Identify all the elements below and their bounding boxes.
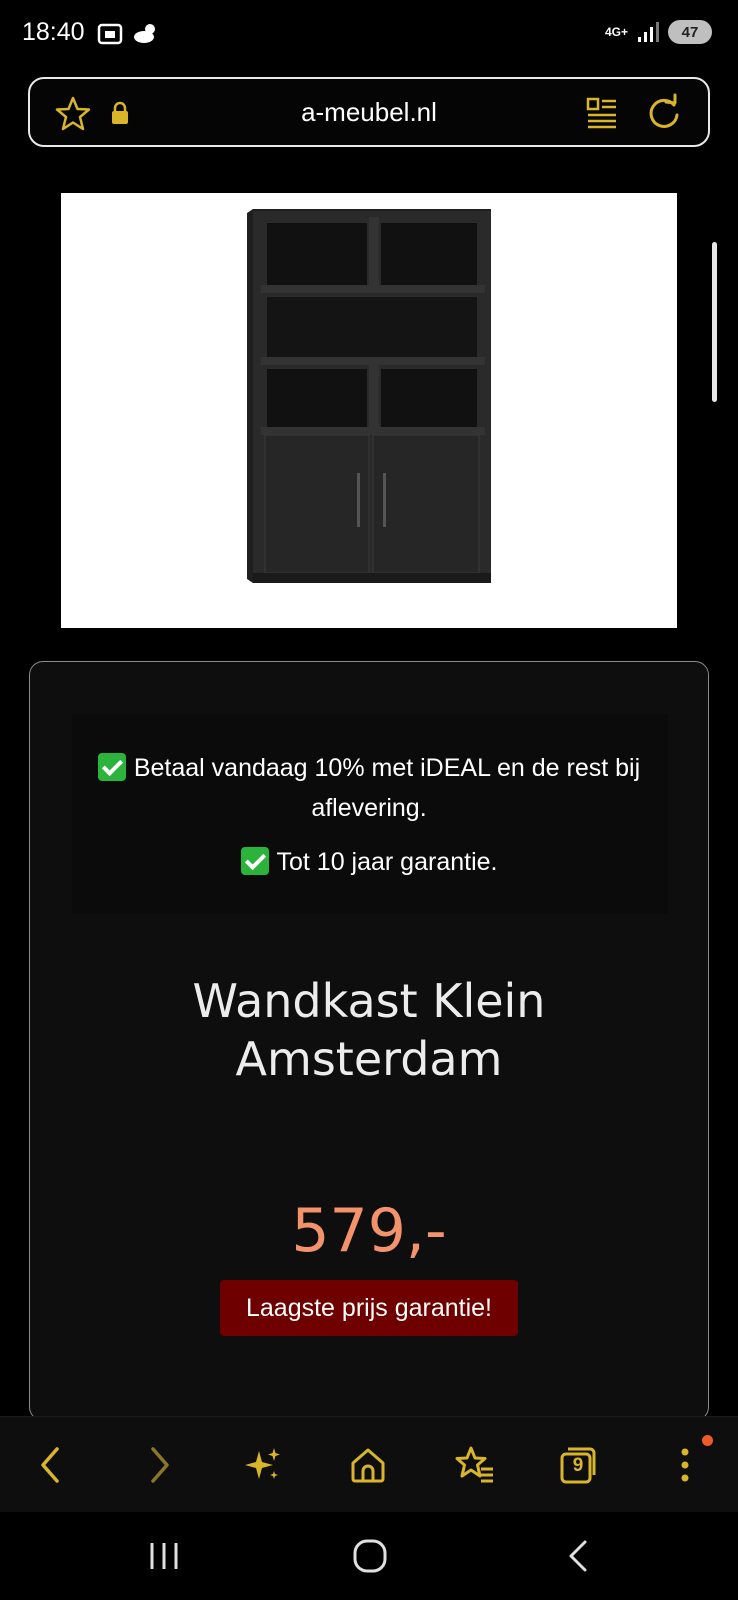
address-bar[interactable]: a-meubel.nl <box>28 77 710 147</box>
battery-indicator: 47 <box>668 20 712 44</box>
status-time: 18:40 <box>22 18 85 46</box>
menu-icon <box>681 1448 689 1482</box>
status-bar: 18:40 4G+ 47 <box>0 0 738 72</box>
ai-assistant-button[interactable] <box>241 1443 285 1487</box>
browser-toolbar: 9 <box>0 1416 738 1513</box>
status-system-icons: 4G+ 47 <box>605 20 712 44</box>
system-home-button[interactable] <box>348 1534 392 1578</box>
screenshot-icon <box>97 23 123 45</box>
home-circle-icon <box>353 1539 387 1573</box>
home-button[interactable] <box>346 1443 390 1487</box>
network-type: 4G+ <box>604 25 628 39</box>
cabinet-illustration <box>247 209 491 583</box>
back-button[interactable] <box>28 1443 72 1487</box>
bookmarks-button[interactable] <box>452 1443 496 1487</box>
forward-icon <box>151 1447 169 1483</box>
usp-ideal: Betaal vandaag 10% met iDEAL en de rest … <box>90 748 648 828</box>
back-icon <box>41 1447 59 1483</box>
menu-button[interactable] <box>663 1443 707 1487</box>
product-image[interactable] <box>61 193 677 628</box>
tabs-count: 9 <box>572 1455 584 1476</box>
check-icon <box>97 753 126 781</box>
price-guarantee-badge: Laagste prijs garantie! <box>220 1280 518 1336</box>
recents-button[interactable] <box>142 1534 186 1578</box>
weather-icon <box>134 24 155 43</box>
notification-dot <box>702 1435 713 1446</box>
usp-ideal-text: Betaal vandaag 10% met iDEAL en de rest … <box>133 754 641 822</box>
back-chevron-icon <box>569 1540 587 1572</box>
home-icon <box>351 1448 385 1483</box>
system-nav-bar <box>0 1512 738 1600</box>
product-price: 579,- <box>291 1196 447 1266</box>
product-title: Wandkast Klein Amsterdam <box>192 974 546 1086</box>
check-icon <box>240 847 269 875</box>
recents-icon <box>150 1543 178 1569</box>
page-scrollbar[interactable] <box>712 242 717 402</box>
product-info-card: Betaal vandaag 10% met iDEAL en de rest … <box>29 661 709 1421</box>
bookmarks-icon <box>455 1446 493 1483</box>
system-back-button[interactable] <box>556 1534 600 1578</box>
reader-mode-icon[interactable] <box>586 96 618 130</box>
forward-button[interactable] <box>138 1443 182 1487</box>
signal-icon <box>638 22 659 42</box>
status-notification-icons <box>96 20 160 48</box>
reload-icon[interactable] <box>644 93 684 133</box>
tabs-button[interactable]: 9 <box>556 1443 600 1487</box>
usp-warranty-text: Tot 10 jaar garantie. <box>276 848 498 876</box>
sparkle-icon <box>245 1448 280 1479</box>
usp-warranty: Tot 10 jaar garantie. <box>30 842 708 882</box>
